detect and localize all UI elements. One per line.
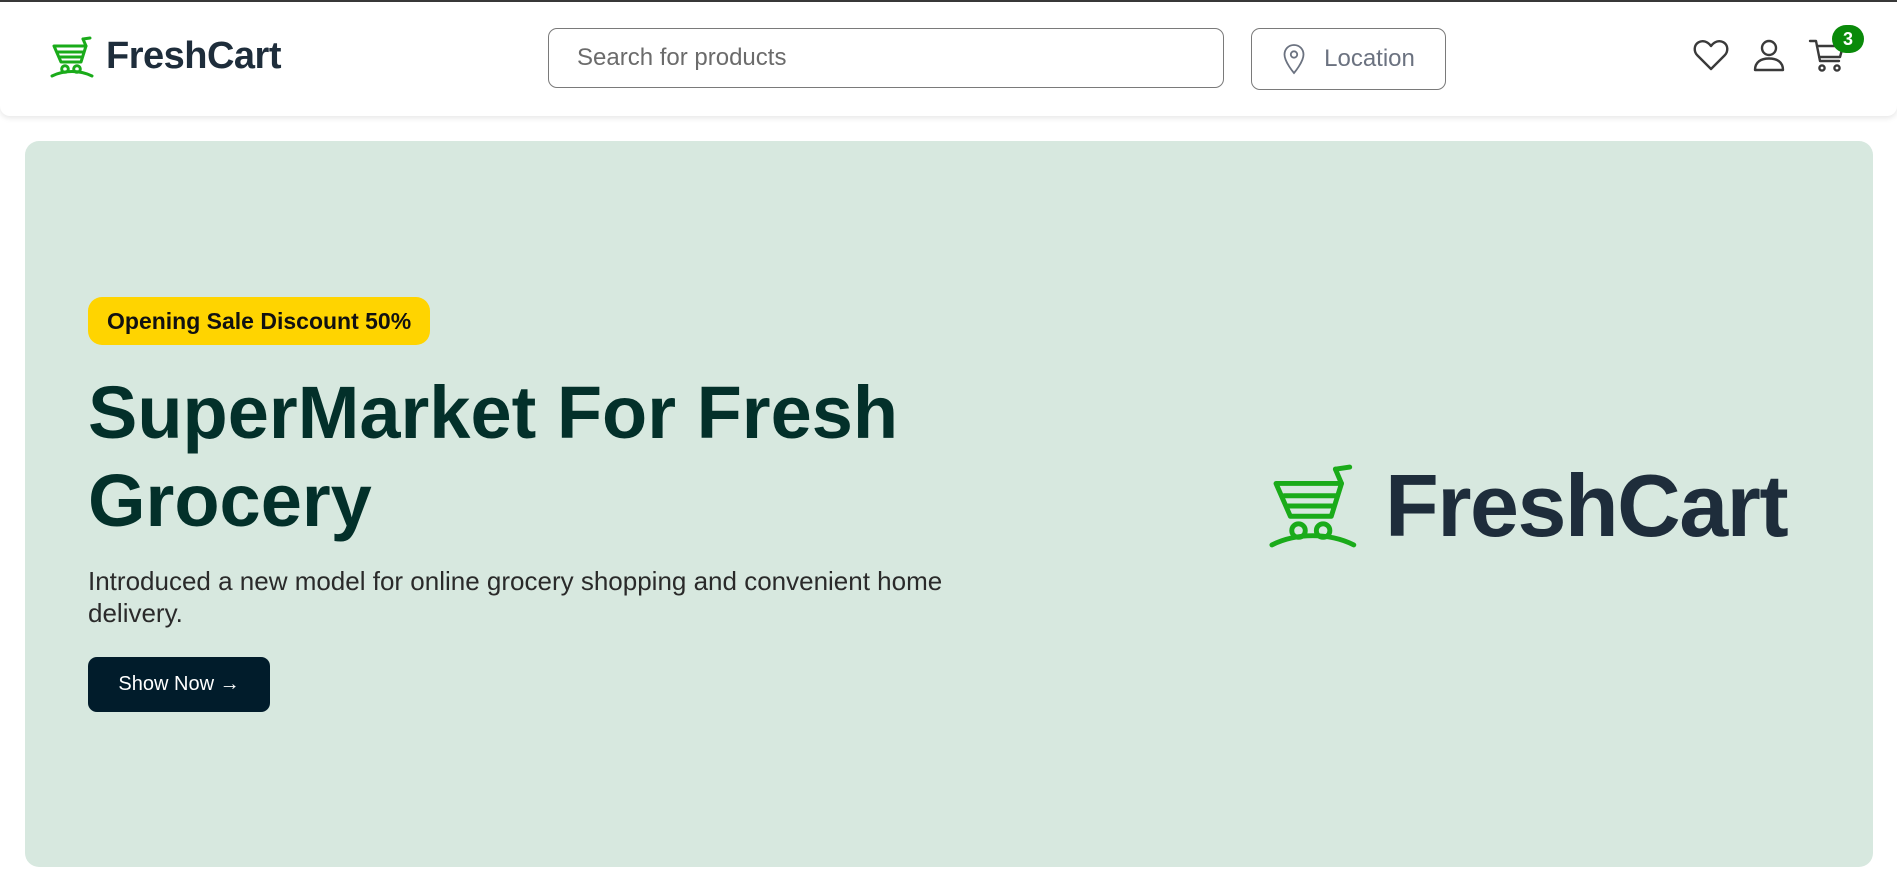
hero-title: SuperMarket For Fresh Grocery — [88, 371, 899, 542]
hero-banner: Opening Sale Discount 50% SuperMarket Fo… — [25, 141, 1873, 867]
show-now-button[interactable]: Show Now → — [88, 657, 270, 712]
user-icon[interactable] — [1750, 36, 1788, 74]
hero-logo-text: FreshCart — [1385, 456, 1789, 555]
location-button[interactable]: Location — [1251, 28, 1446, 90]
hero-logo: FreshCart — [1265, 455, 1789, 557]
hero-subtitle: Introduced a new model for online grocer… — [88, 566, 943, 628]
promo-badge: Opening Sale Discount 50% — [88, 297, 431, 345]
brand-name: FreshCart — [106, 35, 282, 77]
navbar: FreshCart Location 3 — [0, 2, 1897, 116]
location-label: Location — [1324, 45, 1415, 72]
search-input[interactable] — [575, 43, 1223, 73]
map-pin-icon — [1283, 44, 1305, 75]
cart-logo-icon — [1269, 464, 1357, 548]
search-box — [548, 28, 1224, 88]
brand-logo-link[interactable]: FreshCart — [50, 35, 282, 78]
cart-count-badge: 3 — [1832, 25, 1864, 53]
heart-icon[interactable] — [1692, 36, 1730, 74]
cart-logo-icon — [50, 36, 94, 77]
